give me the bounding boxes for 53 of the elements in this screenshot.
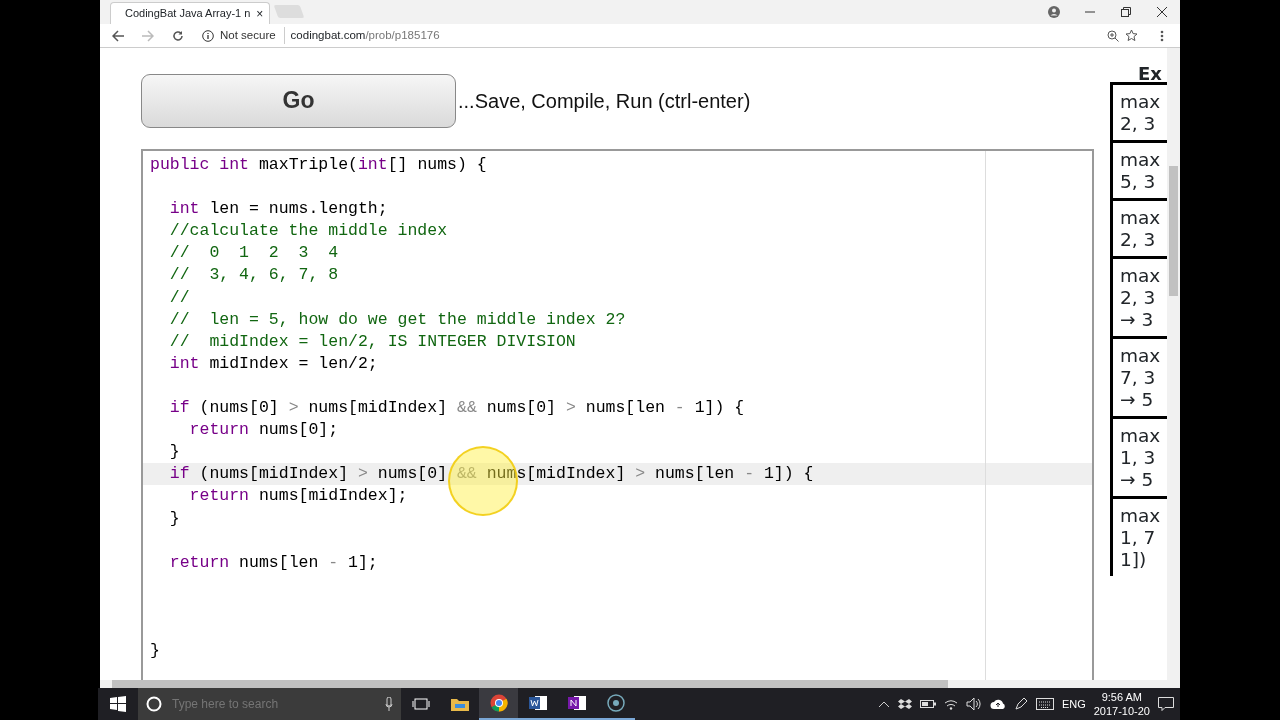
info-icon[interactable] bbox=[202, 29, 214, 42]
code-line: } bbox=[168, 441, 181, 464]
security-label[interactable]: Not secure bbox=[220, 26, 285, 45]
scrollbar-thumb[interactable] bbox=[112, 680, 948, 688]
code-line: return nums[midIndex]; bbox=[188, 485, 409, 508]
code-line: return nums[0]; bbox=[188, 419, 340, 442]
tab-close-button[interactable]: × bbox=[256, 7, 264, 20]
wifi-icon[interactable] bbox=[943, 698, 958, 710]
horizontal-scrollbar[interactable] bbox=[100, 680, 1180, 688]
restore-icon bbox=[1121, 7, 1131, 17]
battery-icon[interactable] bbox=[919, 699, 936, 709]
menu-icon bbox=[1160, 29, 1164, 42]
url-text[interactable]: codingbat.com/prob/p185176 bbox=[290, 26, 440, 45]
code-line: } bbox=[168, 507, 181, 530]
chrome-icon[interactable] bbox=[479, 688, 518, 720]
code-line: int len = nums.length; bbox=[168, 198, 389, 221]
go-hint: ...Save, Compile, Run (ctrl-enter) bbox=[458, 88, 751, 114]
notification-icon[interactable] bbox=[1158, 697, 1174, 711]
bookmark-star-icon[interactable] bbox=[1125, 29, 1138, 42]
scrollbar-thumb[interactable] bbox=[1169, 166, 1178, 296]
code-line: if (nums[0] > nums[midIndex] && nums[0] > nums[len - 1]) { bbox=[168, 397, 746, 420]
back-arrow-icon bbox=[112, 29, 124, 42]
code-editor[interactable] bbox=[141, 149, 1094, 680]
clock[interactable]: 9:56 AM 2017-10-20 bbox=[1093, 690, 1150, 718]
go-button[interactable]: Go bbox=[141, 73, 456, 128]
language-indicator[interactable]: ENG bbox=[1061, 695, 1086, 713]
code-line: // 0 1 2 3 4 bbox=[168, 242, 340, 265]
code-line: return nums[len - 1]; bbox=[168, 551, 379, 574]
examples-heading: Ex bbox=[1137, 62, 1162, 82]
code-line: public int maxTriple(int[] nums) { bbox=[149, 154, 488, 176]
reload-icon bbox=[172, 29, 184, 42]
close-icon bbox=[1157, 7, 1167, 17]
code-line: } bbox=[149, 640, 161, 663]
code-line: // len = 5, how do we get the middle index 2? bbox=[168, 308, 627, 331]
volume-icon[interactable] bbox=[965, 697, 982, 711]
start-icon bbox=[110, 696, 126, 712]
cloud-upload-icon[interactable] bbox=[989, 698, 1006, 710]
forward-arrow-icon bbox=[142, 29, 154, 42]
zoom-icon[interactable] bbox=[1107, 29, 1119, 42]
code-line: //calculate the middle index bbox=[168, 220, 449, 243]
browser-tab[interactable]: CodingBat Java Array-1 n × bbox=[110, 2, 270, 24]
box-icon[interactable] bbox=[897, 698, 912, 710]
code-line: int midIndex = len/2; bbox=[168, 352, 379, 375]
keyboard-icon[interactable] bbox=[1035, 698, 1054, 710]
vertical-scrollbar[interactable] bbox=[1167, 48, 1180, 680]
taskbar-search-bar[interactable]: Type here to search bbox=[138, 688, 401, 720]
code-line: // midIndex = len/2, IS INTEGER DIVISION bbox=[168, 330, 577, 353]
microphone-icon[interactable] bbox=[385, 697, 393, 711]
pen-icon[interactable] bbox=[1013, 697, 1028, 711]
code-line: // 3, 4, 6, 7, 8 bbox=[168, 264, 340, 287]
circle-icon[interactable] bbox=[146, 696, 162, 712]
code-line: // bbox=[168, 286, 191, 309]
chevron-up-icon[interactable] bbox=[877, 700, 890, 708]
